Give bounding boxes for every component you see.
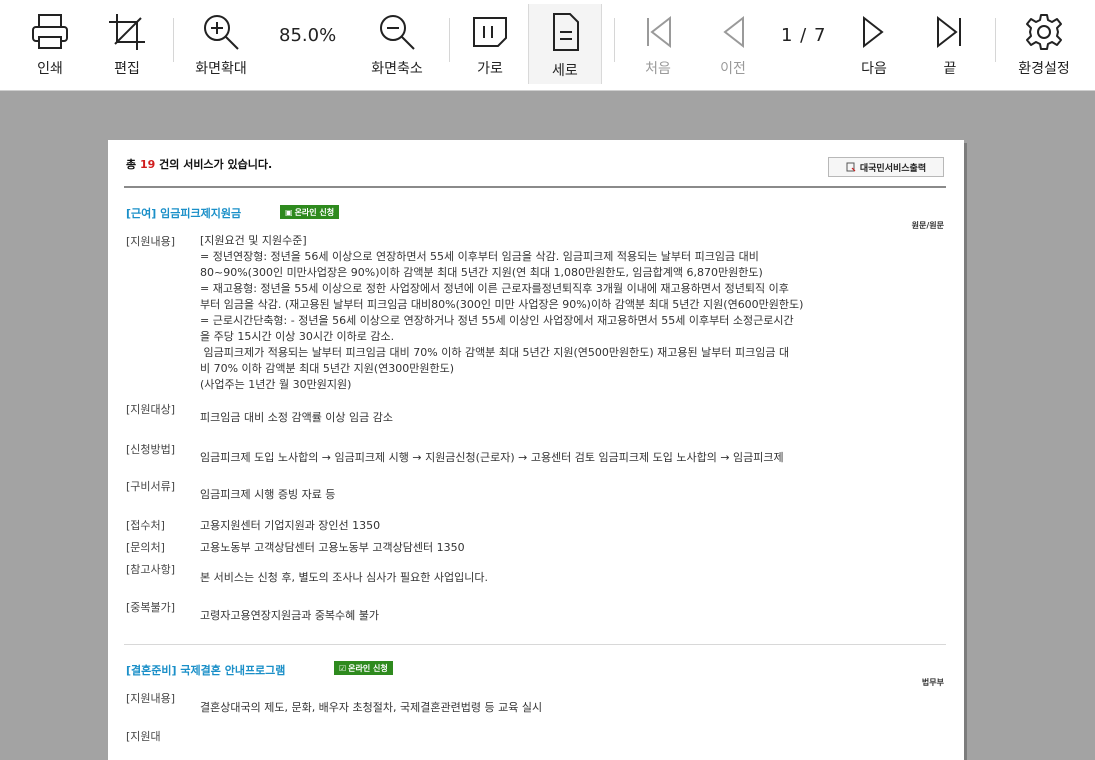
row-label: [구비서류] [126, 480, 176, 493]
online-apply-icon: ▣ [285, 207, 293, 217]
settings-button[interactable]: 환경설정 [1008, 0, 1080, 90]
divider [124, 644, 946, 645]
public-service-print-button[interactable]: 대국민서비스출력 [828, 157, 944, 177]
zoom-out-button[interactable]: 화면축소 [361, 0, 433, 90]
service-department: 원문/원문 [911, 221, 944, 230]
online-apply-badge[interactable]: ▣ 온라인 신청 [280, 205, 340, 219]
next-page-button[interactable]: 다음 [846, 0, 902, 90]
result-count: 19 [139, 158, 156, 171]
row-value: 고령자고용연장지원금과 중복수혜 불가 [200, 609, 380, 622]
zoom-out-icon [380, 15, 415, 50]
printer-icon [32, 14, 68, 49]
count-suffix: 건의 서비스가 있습니다. [159, 158, 273, 171]
row-label: [지원내용] [126, 692, 176, 705]
row-value: 결혼상대국의 제도, 문화, 배우자 초청절차, 국제결혼관련법령 등 교육 실… [200, 701, 543, 714]
row-label: [접수처] [126, 519, 165, 532]
prev-page-label: 이전 [720, 61, 746, 77]
last-page-icon [937, 15, 961, 49]
zoom-level: 85.0% [279, 25, 337, 46]
row-value: 고용지원센터 기업지원과 장인선 1350 [200, 519, 381, 532]
crop-icon [109, 14, 145, 50]
count-prefix: 총 [126, 158, 137, 171]
next-page-label: 다음 [861, 61, 887, 77]
row-label: [지원대 [126, 730, 161, 743]
zoom-in-label: 화면확대 [195, 61, 247, 77]
row-label: [참고사항] [126, 563, 176, 576]
portrait-label: 세로 [552, 63, 578, 79]
online-apply-icon: ☑ [339, 663, 347, 673]
service-name: 국제결혼 안내프로그램 [180, 664, 286, 677]
settings-label: 환경설정 [1018, 61, 1070, 77]
separator [614, 18, 615, 62]
print-button-label: 대국민서비스출력 [859, 163, 927, 174]
separator [449, 18, 450, 62]
zoom-in-icon [204, 15, 239, 50]
first-page-icon [647, 15, 671, 49]
online-apply-label: 온라인 신청 [348, 663, 388, 673]
document-page: 총 19 건의 서비스가 있습니다. 대국민서비스출력 [근여] 임금피크제지원… [108, 140, 964, 760]
prev-page-icon [723, 15, 744, 49]
toolbar: 인쇄 편집 화면확대 85.0% 화면축소 가로 세로 처음 이전 1 / 7 … [0, 0, 1095, 91]
first-page-button[interactable]: 처음 [630, 0, 686, 90]
page-indicator: 1 / 7 [781, 25, 827, 46]
service-title[interactable]: [결혼준비] 국제결혼 안내프로그램 [126, 662, 285, 678]
gear-icon [1026, 14, 1062, 50]
row-value: 임금피크제 도입 노사합의 → 임금피크제 시행 → 지원금신청(근로자) → … [200, 451, 784, 464]
next-page-icon [863, 15, 884, 49]
zoom-in-button[interactable]: 화면확대 [185, 0, 257, 90]
service-name: 임금피크제지원금 [160, 207, 242, 220]
row-value: [지원요건 및 지원수준] = 정년연장형: 정년을 56세 이상으로 연장하면… [200, 234, 804, 391]
print-button[interactable]: 인쇄 [22, 0, 78, 90]
document-print-icon [846, 162, 856, 172]
last-page-label: 끝 [943, 61, 957, 77]
service-department: 법무부 [921, 678, 944, 687]
online-apply-label: 온라인 신청 [294, 207, 335, 217]
landscape-button[interactable]: 가로 [462, 0, 518, 90]
edit-button[interactable]: 편집 [99, 0, 155, 90]
row-label: [문의처] [126, 541, 165, 554]
separator [173, 18, 174, 62]
row-label: [지원내용] [126, 235, 176, 248]
portrait-page-icon [553, 13, 579, 51]
row-value: 피크임금 대비 소정 감액률 이상 임금 감소 [200, 411, 394, 424]
zoom-out-label: 화면축소 [371, 61, 423, 77]
row-label: [신청방법] [126, 443, 176, 456]
result-count-heading: 총 19 건의 서비스가 있습니다. [126, 156, 272, 172]
landscape-page-icon [473, 17, 507, 47]
landscape-label: 가로 [477, 61, 503, 77]
print-label: 인쇄 [37, 61, 63, 77]
row-value: 임금피크제 시행 증빙 자료 등 [200, 488, 336, 501]
row-label: [중복불가] [126, 601, 176, 614]
online-apply-badge[interactable]: ☑ 온라인 신청 [334, 661, 393, 675]
service-category: [결혼준비] [126, 664, 177, 677]
first-page-label: 처음 [645, 61, 671, 77]
service-title[interactable]: [근여] 임금피크제지원금 [126, 205, 241, 221]
portrait-button[interactable]: 세로 [528, 4, 602, 84]
edit-label: 편집 [114, 61, 140, 77]
separator [995, 18, 996, 62]
prev-page-button[interactable]: 이전 [705, 0, 761, 90]
row-value: 고용노동부 고객상담센터 고용노동부 고객상담센터 1350 [200, 541, 465, 554]
divider [124, 186, 946, 188]
row-value: 본 서비스는 신청 후, 별도의 조사나 심사가 필요한 사업입니다. [200, 571, 488, 584]
service-category: [근여] [126, 207, 157, 220]
last-page-button[interactable]: 끝 [922, 0, 978, 90]
row-label: [지원대상] [126, 403, 176, 416]
